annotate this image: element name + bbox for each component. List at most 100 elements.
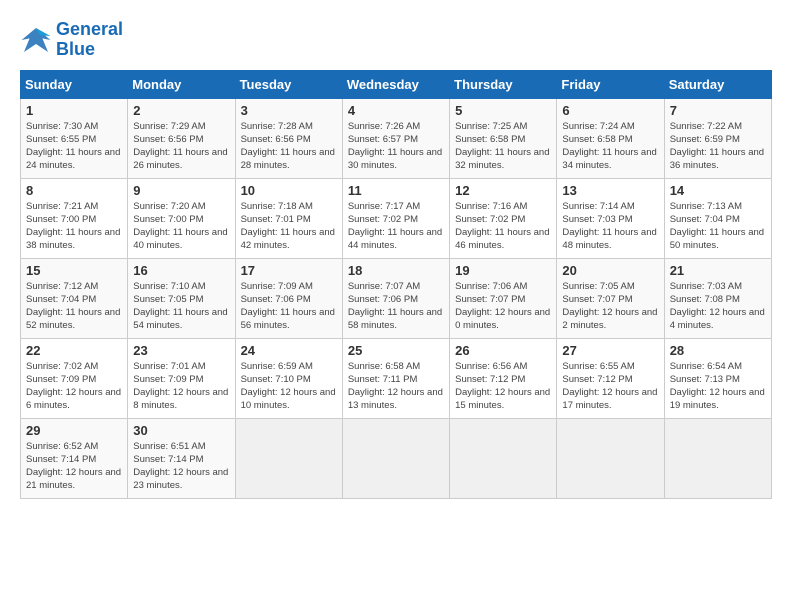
calendar-cell: 25Sunrise: 6:58 AMSunset: 7:11 PMDayligh… (342, 338, 449, 418)
day-info: Sunrise: 7:12 AMSunset: 7:04 PMDaylight:… (26, 280, 122, 333)
day-number: 23 (133, 343, 229, 358)
calendar-cell: 10Sunrise: 7:18 AMSunset: 7:01 PMDayligh… (235, 178, 342, 258)
calendar-cell: 5 Sunrise: 7:25 AMSunset: 6:58 PMDaylight… (450, 98, 557, 178)
day-info: Sunrise: 7:22 AMSunset: 6:59 PMDaylight:… (670, 120, 766, 173)
day-number: 17 (241, 263, 337, 278)
weekday-header: Monday (128, 70, 235, 98)
day-info: Sunrise: 7:24 AMSunset: 6:58 PMDaylight:… (562, 120, 658, 173)
calendar-cell: 13Sunrise: 7:14 AMSunset: 7:03 PMDayligh… (557, 178, 664, 258)
day-number: 15 (26, 263, 122, 278)
calendar-cell: 3 Sunrise: 7:28 AMSunset: 6:56 PMDaylight… (235, 98, 342, 178)
day-number: 10 (241, 183, 337, 198)
day-info: Sunrise: 6:59 AMSunset: 7:10 PMDaylight:… (241, 360, 337, 413)
day-info: Sunrise: 7:16 AMSunset: 7:02 PMDaylight:… (455, 200, 551, 253)
calendar-cell (235, 418, 342, 498)
day-number: 27 (562, 343, 658, 358)
calendar-cell: 23 Sunrise: 7:01 AMSunset: 7:09 PMDayligh… (128, 338, 235, 418)
calendar-cell: 2 Sunrise: 7:29 AMSunset: 6:56 PMDaylight… (128, 98, 235, 178)
day-info: Sunrise: 7:05 AMSunset: 7:07 PMDaylight:… (562, 280, 658, 333)
day-number: 11 (348, 183, 444, 198)
day-info: Sunrise: 7:07 AMSunset: 7:06 PMDaylight:… (348, 280, 444, 333)
calendar-cell: 11 Sunrise: 7:17 AMSunset: 7:02 PMDayligh… (342, 178, 449, 258)
day-info: Sunrise: 7:13 AMSunset: 7:04 PMDaylight:… (670, 200, 766, 253)
calendar-cell: 26 Sunrise: 6:56 AMSunset: 7:12 PMDayligh… (450, 338, 557, 418)
calendar-cell (450, 418, 557, 498)
calendar-cell: 24Sunrise: 6:59 AMSunset: 7:10 PMDayligh… (235, 338, 342, 418)
day-number: 28 (670, 343, 766, 358)
calendar-cell: 17 Sunrise: 7:09 AMSunset: 7:06 PMDayligh… (235, 258, 342, 338)
day-number: 5 (455, 103, 551, 118)
day-number: 25 (348, 343, 444, 358)
calendar-cell: 8 Sunrise: 7:21 AMSunset: 7:00 PMDaylight… (21, 178, 128, 258)
calendar-cell: 20Sunrise: 7:05 AMSunset: 7:07 PMDayligh… (557, 258, 664, 338)
calendar-cell (557, 418, 664, 498)
calendar-cell: 6Sunrise: 7:24 AMSunset: 6:58 PMDaylight… (557, 98, 664, 178)
calendar-cell: 22 Sunrise: 7:02 AMSunset: 7:09 PMDayligh… (21, 338, 128, 418)
calendar-cell: 21 Sunrise: 7:03 AMSunset: 7:08 PMDayligh… (664, 258, 771, 338)
day-number: 3 (241, 103, 337, 118)
day-info: Sunrise: 6:52 AMSunset: 7:14 PMDaylight:… (26, 440, 122, 493)
day-info: Sunrise: 7:14 AMSunset: 7:03 PMDaylight:… (562, 200, 658, 253)
calendar-cell: 28 Sunrise: 6:54 AMSunset: 7:13 PMDayligh… (664, 338, 771, 418)
calendar-week-row: 1 Sunrise: 7:30 AMSunset: 6:55 PMDaylight… (21, 98, 772, 178)
weekday-header: Sunday (21, 70, 128, 98)
calendar-table: SundayMondayTuesdayWednesdayThursdayFrid… (20, 70, 772, 499)
day-info: Sunrise: 7:03 AMSunset: 7:08 PMDaylight:… (670, 280, 766, 333)
day-info: Sunrise: 7:30 AMSunset: 6:55 PMDaylight:… (26, 120, 122, 173)
day-number: 26 (455, 343, 551, 358)
calendar-cell: 15 Sunrise: 7:12 AMSunset: 7:04 PMDayligh… (21, 258, 128, 338)
day-number: 29 (26, 423, 122, 438)
day-info: Sunrise: 7:21 AMSunset: 7:00 PMDaylight:… (26, 200, 122, 253)
page-header: General Blue (20, 20, 772, 60)
day-info: Sunrise: 7:25 AMSunset: 6:58 PMDaylight:… (455, 120, 551, 173)
day-number: 9 (133, 183, 229, 198)
calendar-cell: 4 Sunrise: 7:26 AMSunset: 6:57 PMDaylight… (342, 98, 449, 178)
day-info: Sunrise: 6:55 AMSunset: 7:12 PMDaylight:… (562, 360, 658, 413)
calendar-body: 1 Sunrise: 7:30 AMSunset: 6:55 PMDaylight… (21, 98, 772, 498)
calendar-cell: 9 Sunrise: 7:20 AMSunset: 7:00 PMDaylight… (128, 178, 235, 258)
day-info: Sunrise: 6:56 AMSunset: 7:12 PMDaylight:… (455, 360, 551, 413)
calendar-cell: 18 Sunrise: 7:07 AMSunset: 7:06 PMDayligh… (342, 258, 449, 338)
day-number: 2 (133, 103, 229, 118)
calendar-cell: 19Sunrise: 7:06 AMSunset: 7:07 PMDayligh… (450, 258, 557, 338)
calendar-week-row: 22 Sunrise: 7:02 AMSunset: 7:09 PMDayligh… (21, 338, 772, 418)
day-info: Sunrise: 6:54 AMSunset: 7:13 PMDaylight:… (670, 360, 766, 413)
calendar-cell: 16Sunrise: 7:10 AMSunset: 7:05 PMDayligh… (128, 258, 235, 338)
day-number: 4 (348, 103, 444, 118)
weekday-header: Thursday (450, 70, 557, 98)
day-info: Sunrise: 7:29 AMSunset: 6:56 PMDaylight:… (133, 120, 229, 173)
calendar-cell: 27 Sunrise: 6:55 AMSunset: 7:12 PMDayligh… (557, 338, 664, 418)
calendar-cell: 12 Sunrise: 7:16 AMSunset: 7:02 PMDayligh… (450, 178, 557, 258)
weekday-header: Friday (557, 70, 664, 98)
day-number: 7 (670, 103, 766, 118)
calendar-cell: 1 Sunrise: 7:30 AMSunset: 6:55 PMDaylight… (21, 98, 128, 178)
logo-text: General Blue (56, 20, 123, 60)
weekday-header: Wednesday (342, 70, 449, 98)
calendar-cell: 7 Sunrise: 7:22 AMSunset: 6:59 PMDaylight… (664, 98, 771, 178)
day-number: 22 (26, 343, 122, 358)
calendar-header: SundayMondayTuesdayWednesdayThursdayFrid… (21, 70, 772, 98)
day-number: 12 (455, 183, 551, 198)
day-number: 1 (26, 103, 122, 118)
weekday-header: Tuesday (235, 70, 342, 98)
day-info: Sunrise: 7:01 AMSunset: 7:09 PMDaylight:… (133, 360, 229, 413)
calendar-cell: 29 Sunrise: 6:52 AMSunset: 7:14 PMDayligh… (21, 418, 128, 498)
day-info: Sunrise: 7:17 AMSunset: 7:02 PMDaylight:… (348, 200, 444, 253)
day-number: 8 (26, 183, 122, 198)
day-number: 21 (670, 263, 766, 278)
day-info: Sunrise: 7:06 AMSunset: 7:07 PMDaylight:… (455, 280, 551, 333)
day-number: 18 (348, 263, 444, 278)
day-number: 16 (133, 263, 229, 278)
day-info: Sunrise: 7:26 AMSunset: 6:57 PMDaylight:… (348, 120, 444, 173)
day-number: 14 (670, 183, 766, 198)
calendar-cell (342, 418, 449, 498)
calendar-week-row: 29 Sunrise: 6:52 AMSunset: 7:14 PMDayligh… (21, 418, 772, 498)
day-info: Sunrise: 7:28 AMSunset: 6:56 PMDaylight:… (241, 120, 337, 173)
day-info: Sunrise: 7:09 AMSunset: 7:06 PMDaylight:… (241, 280, 337, 333)
day-number: 30 (133, 423, 229, 438)
weekday-header: Saturday (664, 70, 771, 98)
day-info: Sunrise: 7:20 AMSunset: 7:00 PMDaylight:… (133, 200, 229, 253)
header-row: SundayMondayTuesdayWednesdayThursdayFrid… (21, 70, 772, 98)
logo-icon (20, 24, 52, 56)
day-info: Sunrise: 7:02 AMSunset: 7:09 PMDaylight:… (26, 360, 122, 413)
